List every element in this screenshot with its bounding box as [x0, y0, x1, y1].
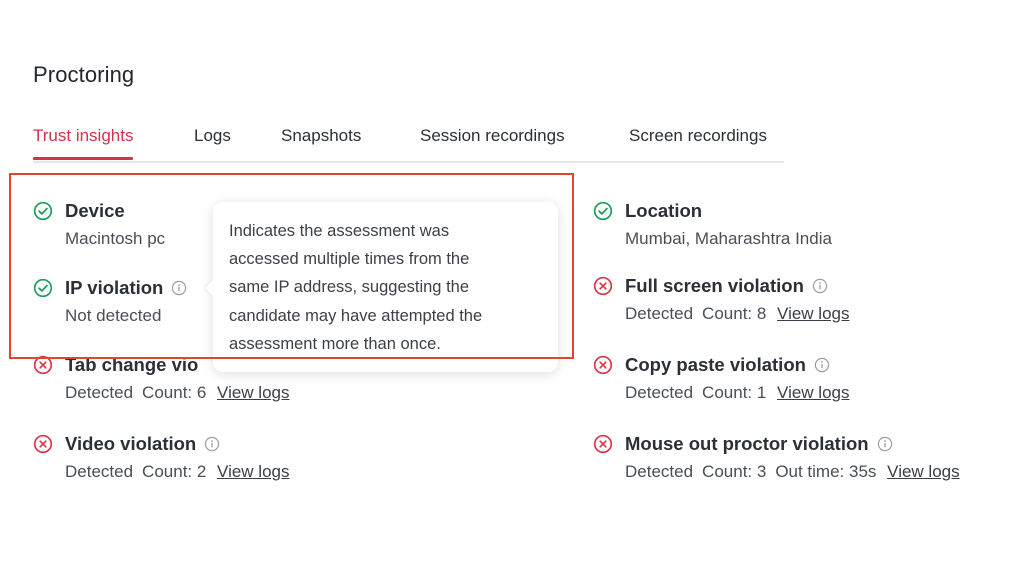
tab-change-status: Detected	[65, 383, 134, 402]
copy-paste-violation-item: Copy paste violation Detected Count: 1 Vi…	[593, 353, 850, 403]
ip-violation-title: IP violation	[65, 277, 164, 298]
x-circle-icon	[593, 355, 613, 375]
tab-session-recordings[interactable]: Session recordings	[420, 126, 565, 158]
copy-paste-violation-status: Detected	[625, 383, 694, 402]
mouse-out-violation-item: Mouse out proctor violation Detected Coun…	[593, 432, 960, 482]
device-item: Device Macintosh pc	[33, 199, 166, 249]
mouse-out-violation-status: Detected	[625, 462, 694, 481]
video-violation-item: Video violation Detected Count: 2 View lo…	[33, 432, 290, 482]
x-circle-icon	[33, 434, 53, 454]
info-icon[interactable]	[814, 357, 830, 373]
full-screen-violation-count: Count: 8	[702, 304, 767, 323]
tooltip-line: accessed multiple times from the	[229, 250, 470, 269]
location-title: Location	[625, 200, 703, 221]
video-violation-count: Count: 2	[142, 462, 207, 481]
tooltip-line: candidate may have attempted the	[229, 306, 483, 325]
copy-paste-view-logs-link[interactable]: View logs	[777, 383, 849, 402]
tab-change-title: Tab change vio	[65, 354, 199, 375]
device-title: Device	[65, 200, 125, 221]
tooltip-line: Indicates the assessment was	[229, 222, 450, 240]
tooltip-arrow	[205, 280, 213, 296]
tooltip-line: same IP address, suggesting the	[229, 278, 470, 297]
video-violation-view-logs-link[interactable]: View logs	[217, 462, 289, 481]
copy-paste-violation-title: Copy paste violation	[625, 354, 806, 375]
check-circle-icon	[33, 201, 53, 221]
ip-violation-item: IP violation Not detected	[33, 276, 187, 326]
tab-trust-insights[interactable]: Trust insights	[33, 126, 134, 160]
mouse-out-violation-title: Mouse out proctor violation	[625, 433, 869, 454]
check-circle-icon	[593, 201, 613, 221]
device-value: Macintosh pc	[65, 229, 166, 248]
tab-screen-recordings[interactable]: Screen recordings	[629, 126, 767, 158]
tab-change-count: Count: 6	[142, 383, 207, 402]
tab-bar: Trust insights Logs Snapshots Session re…	[33, 124, 784, 163]
page-title: Proctoring	[33, 62, 135, 87]
full-screen-view-logs-link[interactable]: View logs	[777, 304, 849, 323]
info-icon[interactable]	[812, 278, 828, 294]
info-icon[interactable]	[204, 436, 220, 452]
tooltip-line: assessment more than once.	[229, 334, 441, 353]
video-violation-status: Detected	[65, 462, 134, 481]
mouse-out-violation-count: Count: 3	[702, 462, 767, 481]
x-circle-icon	[593, 276, 613, 296]
tab-logs[interactable]: Logs	[194, 126, 231, 158]
full-screen-violation-status: Detected	[625, 304, 694, 323]
x-circle-icon	[593, 434, 613, 454]
video-violation-title: Video violation	[65, 433, 197, 454]
info-icon[interactable]	[877, 436, 893, 452]
check-circle-icon	[33, 278, 53, 298]
mouse-out-view-logs-link[interactable]: View logs	[887, 462, 959, 481]
copy-paste-violation-count: Count: 1	[702, 383, 767, 402]
ip-violation-tooltip: Indicates the assessment was accessed mu…	[205, 202, 558, 372]
tab-change-view-logs-link[interactable]: View logs	[217, 383, 289, 402]
tab-snapshots[interactable]: Snapshots	[281, 126, 361, 158]
info-icon[interactable]	[171, 280, 187, 296]
full-screen-violation-title: Full screen violation	[625, 275, 804, 296]
ip-violation-value: Not detected	[65, 306, 162, 325]
x-circle-icon	[33, 355, 53, 375]
location-item: Location Mumbai, Maharashtra India	[593, 199, 832, 249]
mouse-out-time: Out time: 35s	[775, 462, 877, 481]
full-screen-violation-item: Full screen violation Detected Count: 8 V…	[593, 274, 850, 324]
location-value: Mumbai, Maharashtra India	[625, 229, 832, 248]
